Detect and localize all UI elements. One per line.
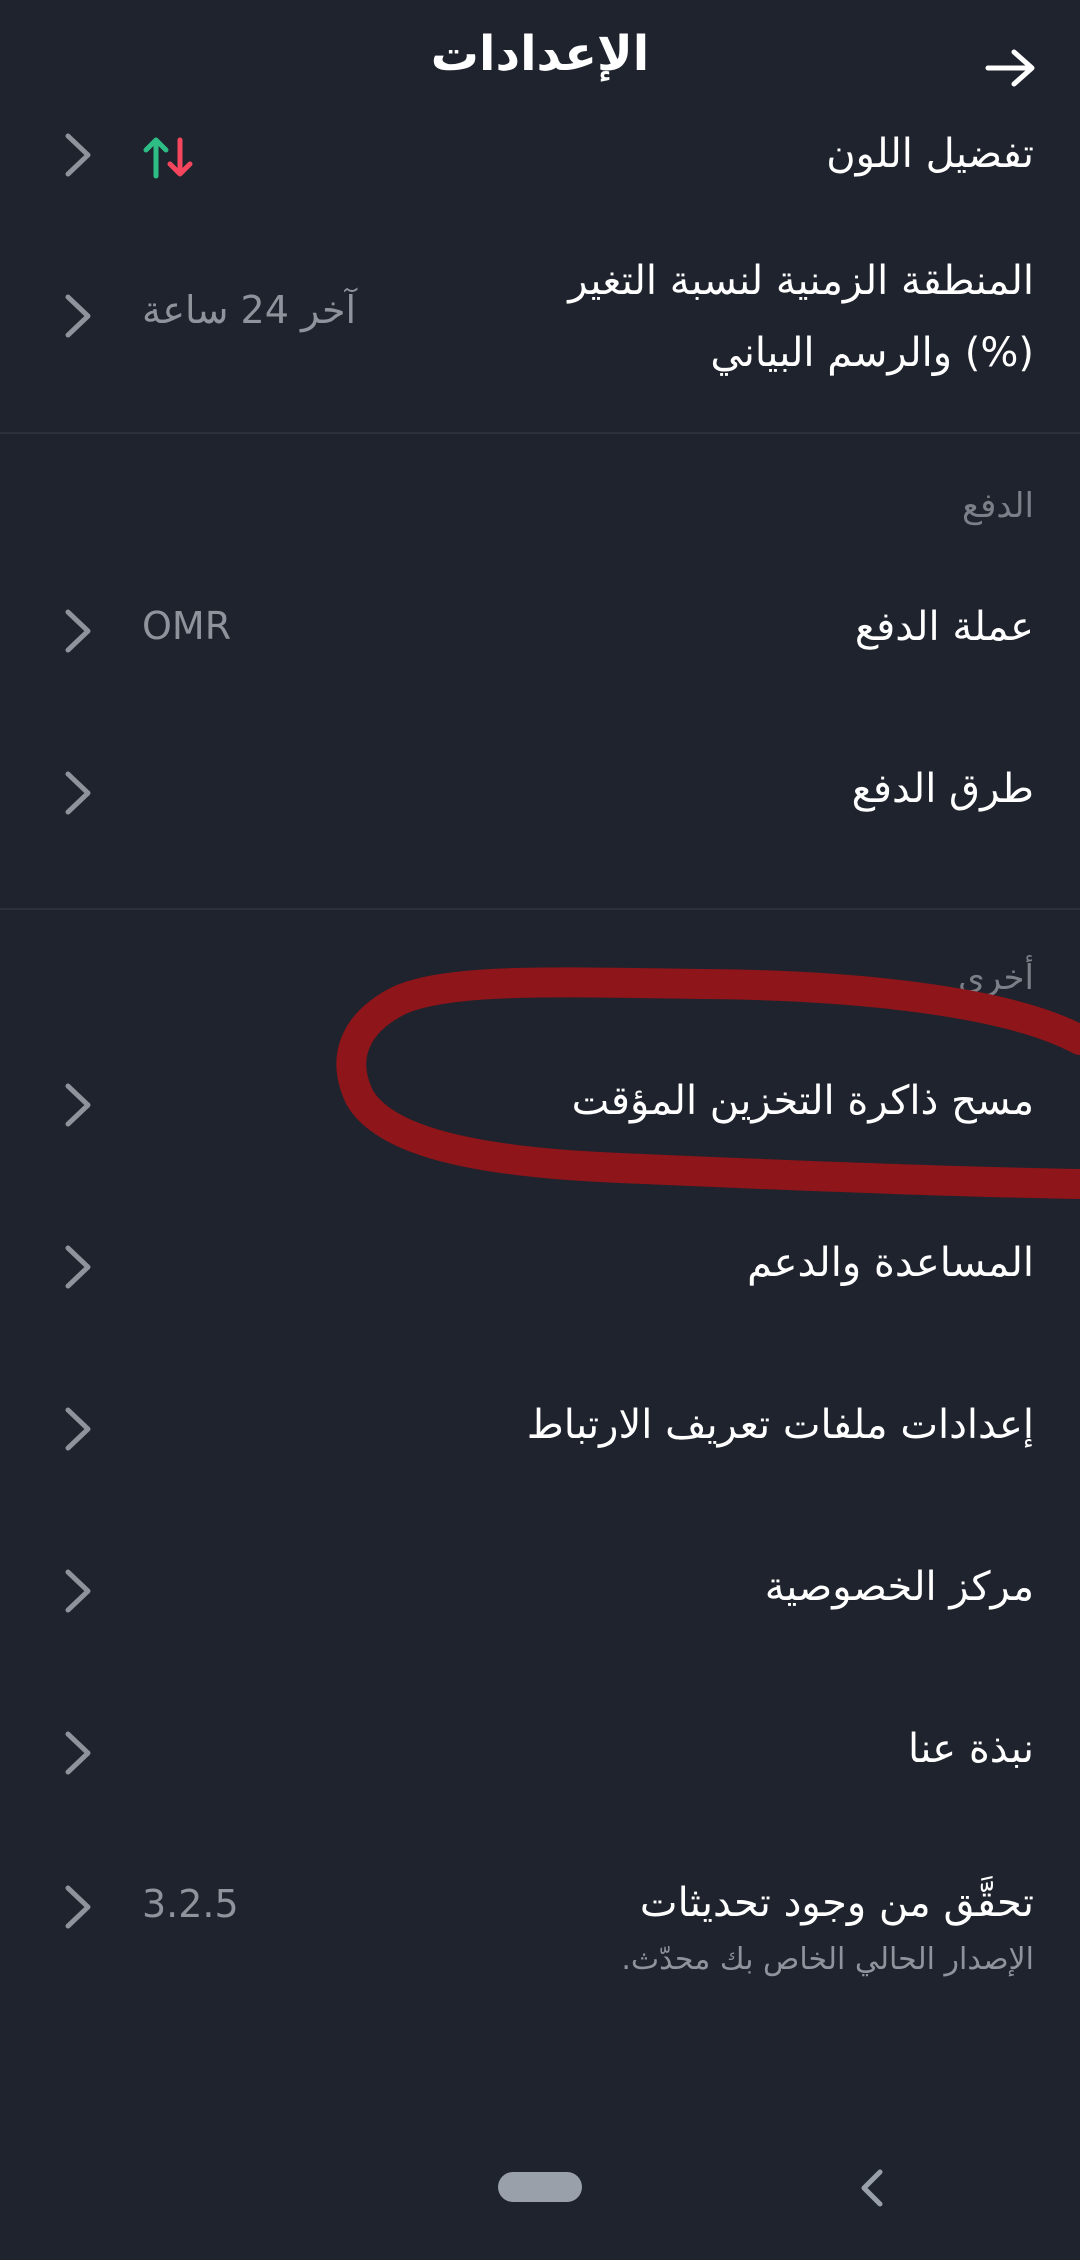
row-help-support[interactable]: المساعدة والدعم xyxy=(0,1230,1080,1300)
header: الإعدادات xyxy=(0,0,1080,130)
row-label: مسح ذاكرة التخزين المؤقت xyxy=(571,1078,1034,1124)
row-label-line1: المنطقة الزمنية لنسبة التغير xyxy=(568,258,1034,304)
page-title: الإعدادات xyxy=(430,26,650,82)
row-label: نبذة عنا xyxy=(908,1726,1034,1772)
row-label: إعدادات ملفات تعريف الارتباط xyxy=(526,1402,1034,1448)
section-header-payment: الدفع xyxy=(961,486,1034,526)
chevron-right-icon xyxy=(65,1407,91,1451)
row-label: عملة الدفع xyxy=(854,604,1034,650)
row-privacy-center[interactable]: مركز الخصوصية xyxy=(0,1554,1080,1624)
back-button[interactable] xyxy=(980,38,1040,98)
row-label: مركز الخصوصية xyxy=(764,1564,1034,1610)
divider xyxy=(0,908,1080,910)
update-status-text: الإصدار الحالي الخاص بك محدّث. xyxy=(621,1942,1034,1977)
chevron-right-icon xyxy=(65,771,91,815)
row-label: طرق الدفع xyxy=(851,766,1034,812)
chevron-right-icon xyxy=(65,1731,91,1775)
row-label: تفضيل اللون xyxy=(826,131,1034,177)
back-chevron-icon[interactable] xyxy=(852,2166,892,2210)
row-label: المساعدة والدعم xyxy=(747,1240,1034,1286)
chevron-right-icon xyxy=(65,1885,91,1929)
home-pill[interactable] xyxy=(498,2172,582,2202)
chevron-right-icon xyxy=(65,1245,91,1289)
settings-screen: الإعدادات تفضيل اللون المنطقة الزمنية لن… xyxy=(0,0,1080,2260)
divider xyxy=(0,432,1080,434)
timezone-value: آخر 24 ساعة xyxy=(142,288,356,332)
row-color-preference[interactable]: تفضيل اللون xyxy=(0,120,1080,190)
row-label: تحقَّق من وجود تحديثات xyxy=(639,1880,1034,1926)
chevron-right-icon xyxy=(65,609,91,653)
row-payment-currency[interactable]: عملة الدفع OMR xyxy=(0,594,1080,664)
chevron-right-icon xyxy=(65,133,91,177)
row-payment-methods[interactable]: طرق الدفع xyxy=(0,756,1080,826)
chevron-right-icon xyxy=(65,294,91,338)
chevron-right-icon xyxy=(65,1569,91,1613)
arrow-right-icon xyxy=(985,49,1035,87)
row-about-us[interactable]: نبذة عنا xyxy=(0,1716,1080,1786)
section-header-other: أخرى xyxy=(958,958,1034,998)
row-label-line2: (%) والرسم البياني xyxy=(710,330,1034,376)
app-version: 3.2.5 xyxy=(142,1882,239,1926)
row-cookie-settings[interactable]: إعدادات ملفات تعريف الارتباط xyxy=(0,1392,1080,1462)
up-down-arrows-icon xyxy=(143,137,193,179)
row-check-updates[interactable]: تحقَّق من وجود تحديثات الإصدار الحالي ال… xyxy=(0,1870,1080,1990)
row-clear-cache[interactable]: مسح ذاكرة التخزين المؤقت xyxy=(0,1068,1080,1138)
chevron-right-icon xyxy=(65,1083,91,1127)
row-timezone[interactable]: المنطقة الزمنية لنسبة التغير (%) والرسم … xyxy=(0,248,1080,388)
payment-currency-value: OMR xyxy=(142,604,232,648)
